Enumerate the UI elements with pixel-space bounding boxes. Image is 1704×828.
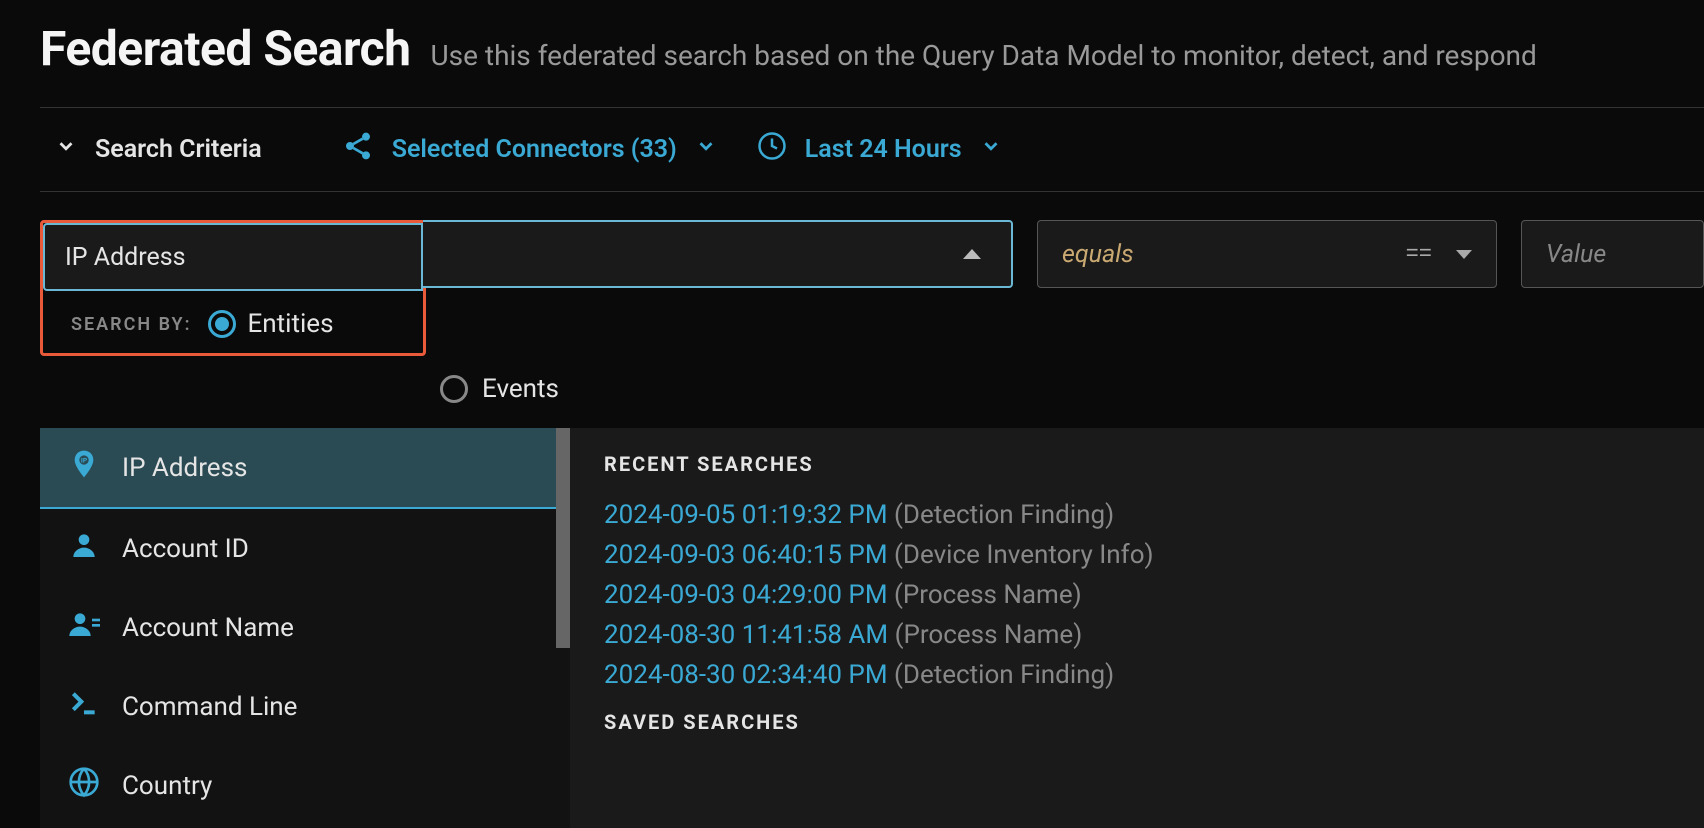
user-badge-icon (68, 608, 100, 647)
search-by-label: SEARCH BY: (71, 314, 192, 335)
entity-field-value: IP Address (65, 243, 186, 272)
value-input[interactable]: Value (1521, 220, 1704, 288)
caret-down-icon (1456, 250, 1472, 259)
entity-item-label: Command Line (122, 692, 297, 722)
entity-item-account-id[interactable]: Account ID (40, 509, 570, 588)
page-title: Federated Search (40, 20, 411, 77)
entity-field-dropdown[interactable]: IP Address (43, 223, 423, 291)
entity-item-label: Account Name (122, 613, 294, 643)
recent-search-item[interactable]: 2024-09-05 01:19:32 PM (Detection Findin… (604, 500, 1670, 530)
radio-icon (208, 310, 236, 338)
saved-searches-label: SAVED SEARCHES (604, 710, 1670, 734)
chevron-down-icon (695, 135, 717, 164)
recent-type: (Device Inventory Info) (894, 540, 1154, 570)
terminal-icon (68, 687, 100, 726)
entity-item-account-name[interactable]: Account Name (40, 588, 570, 667)
search-criteria-label: Search Criteria (95, 135, 262, 164)
recent-type: (Process Name) (895, 620, 1083, 650)
recent-search-item[interactable]: 2024-08-30 02:34:40 PM (Detection Findin… (604, 660, 1670, 690)
chevron-down-icon (980, 135, 1002, 164)
radio-events-label: Events (482, 374, 559, 404)
radio-icon (440, 375, 468, 403)
connectors-label: Selected Connectors (33) (392, 135, 677, 164)
entity-item-ip-address[interactable]: IP IP Address (40, 428, 570, 509)
entity-list[interactable]: IP IP Address Account ID Account Name (40, 428, 570, 828)
recent-time: 2024-09-03 06:40:15 PM (604, 540, 888, 570)
entity-item-label: IP Address (122, 453, 247, 483)
radio-events[interactable]: Events (440, 374, 1013, 404)
share-icon (342, 130, 374, 169)
recent-time: 2024-08-30 11:41:58 AM (604, 620, 888, 650)
radio-entities-label: Entities (248, 309, 334, 339)
user-icon (68, 529, 100, 568)
highlighted-region: IP Address SEARCH BY: Entities (40, 220, 426, 356)
ip-pin-icon: IP (68, 448, 100, 487)
scrollbar[interactable] (556, 428, 570, 648)
radio-entities[interactable]: Entities (208, 309, 334, 339)
time-range-label: Last 24 Hours (805, 135, 962, 164)
recent-type: (Process Name) (894, 580, 1082, 610)
recent-searches-label: RECENT SEARCHES (604, 452, 1670, 476)
page-subtitle: Use this federated search based on the Q… (431, 39, 1537, 72)
entity-field-dropdown-ext[interactable] (423, 220, 1013, 288)
svg-text:IP: IP (81, 457, 88, 465)
entity-item-country[interactable]: Country (40, 746, 570, 825)
connectors-selector[interactable]: Selected Connectors (33) (342, 130, 717, 169)
entity-item-label: Account ID (122, 534, 249, 564)
operator-label: equals (1062, 240, 1134, 269)
recent-type: (Detection Finding) (894, 660, 1114, 690)
operator-dropdown[interactable]: equals == (1037, 220, 1497, 288)
recent-search-item[interactable]: 2024-08-30 11:41:58 AM (Process Name) (604, 620, 1670, 650)
entity-item-command-line[interactable]: Command Line (40, 667, 570, 746)
dropdown-panel: IP IP Address Account ID Account Name (40, 428, 1704, 828)
recent-time: 2024-09-03 04:29:00 PM (604, 580, 888, 610)
operator-symbol: == (1406, 242, 1432, 267)
clock-icon (757, 131, 787, 168)
entity-item-label: Country (122, 771, 212, 801)
globe-icon (68, 766, 100, 805)
recent-type: (Detection Finding) (894, 500, 1114, 530)
recent-time: 2024-09-05 01:19:32 PM (604, 500, 888, 530)
chevron-down-icon (55, 135, 77, 164)
search-criteria-toggle[interactable]: Search Criteria (55, 135, 262, 164)
recent-search-item[interactable]: 2024-09-03 06:40:15 PM (Device Inventory… (604, 540, 1670, 570)
time-range-selector[interactable]: Last 24 Hours (757, 131, 1002, 168)
recent-time: 2024-08-30 02:34:40 PM (604, 660, 888, 690)
value-placeholder: Value (1546, 240, 1606, 269)
recent-search-item[interactable]: 2024-09-03 04:29:00 PM (Process Name) (604, 580, 1670, 610)
caret-up-icon (963, 249, 981, 259)
